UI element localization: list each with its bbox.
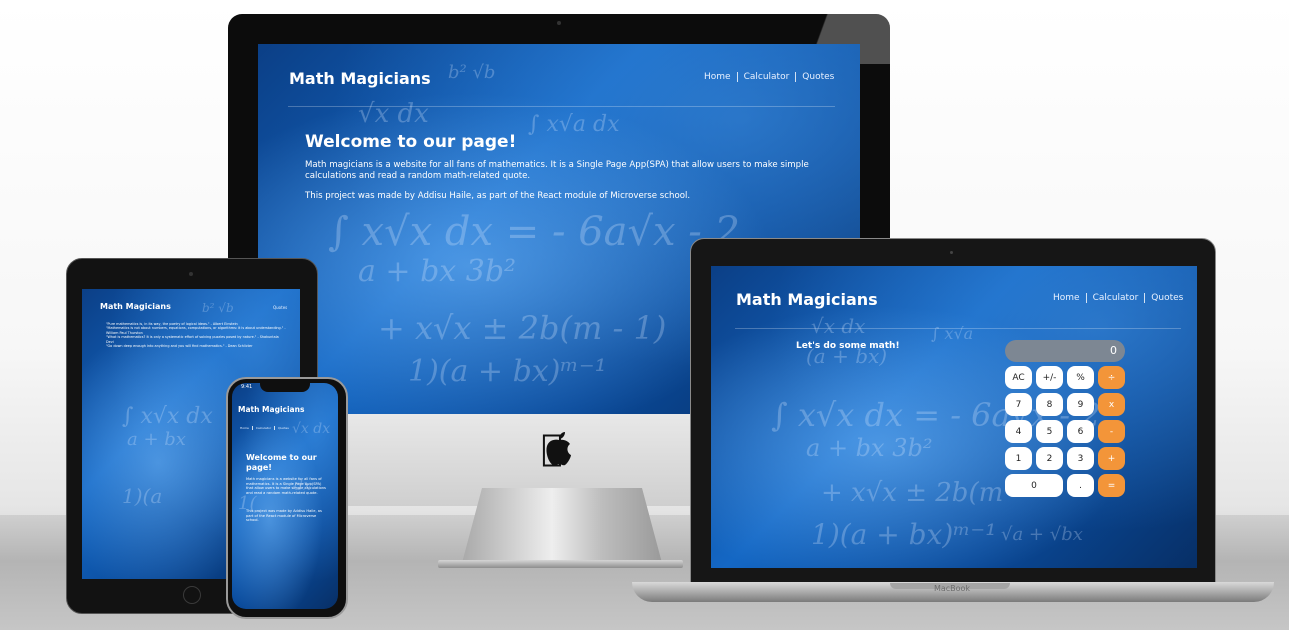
calculator-key[interactable]: 5 (1036, 420, 1063, 443)
welcome-heading: Welcome to our page! (246, 453, 317, 472)
calculator-key[interactable]: AC (1005, 366, 1032, 389)
site-logo[interactable]: Math Magicians (100, 302, 171, 311)
macbook-label: MacBook (933, 584, 971, 593)
calculator-key[interactable]: 1 (1005, 447, 1032, 470)
calculator-display: 0 (1005, 340, 1125, 362)
home-button[interactable] (183, 586, 201, 604)
site-logo[interactable]: Math Magicians (289, 69, 431, 88)
nav-separator (795, 72, 797, 82)
calculator-key[interactable]: + (1098, 447, 1125, 470)
nav-home-link[interactable]: Home (704, 72, 731, 82)
nav-separator (1144, 293, 1146, 303)
nav-quotes-link[interactable]: Quotes (273, 305, 287, 310)
calculator-key[interactable]: +/- (1036, 366, 1063, 389)
calculator: 0 AC +/-% ÷ 7 8 9 x 4 5 6- 1 2 3 +0. = (1005, 340, 1125, 497)
credit-paragraph: This project was made by Addisu Haile, a… (305, 191, 691, 201)
nav-separator (251, 426, 253, 430)
phone-screen: √x dx dx 1( Math Magicians Home Calculat… (232, 383, 338, 609)
nav-calculator-link[interactable]: Calculator (256, 426, 271, 430)
camera-icon (557, 21, 561, 25)
calculator-key[interactable]: 2 (1036, 447, 1063, 470)
credit-paragraph: This project was made by Addisu Haile, a… (246, 509, 322, 522)
imac-stand (462, 488, 662, 563)
header-divider (735, 328, 1181, 329)
site-logo[interactable]: Math Magicians (736, 290, 878, 309)
calculator-key[interactable]: x (1098, 393, 1125, 416)
imac-stand-base (438, 560, 683, 568)
welcome-heading: Welcome to our page! (305, 132, 517, 152)
nav-separator (1085, 293, 1087, 303)
calculator-key[interactable]: 4 (1005, 420, 1032, 443)
apple-logo-icon (546, 432, 571, 466)
nav-quotes-link[interactable]: Quotes (1151, 293, 1183, 303)
nav-calculator-link[interactable]: Calculator (1093, 293, 1139, 303)
intro-paragraph: Math magicians is a website for all fans… (246, 477, 326, 495)
intro-paragraph: Math magicians is a website for all fans… (305, 160, 809, 181)
nav-calculator-link[interactable]: Calculator (744, 72, 790, 82)
calculator-key[interactable]: 0 (1005, 474, 1063, 497)
calculator-key[interactable]: 7 (1005, 393, 1032, 416)
calculator-key[interactable]: ÷ (1098, 366, 1125, 389)
camera-icon (950, 251, 953, 254)
camera-icon (189, 272, 193, 276)
quotes-list: "Pure mathematics is, in its way, the po… (106, 322, 286, 348)
nav-home-link[interactable]: Home (240, 426, 249, 430)
calculator-heading: Let's do some math! (796, 341, 900, 351)
calculator-key[interactable]: = (1098, 474, 1125, 497)
main-nav: Home Calculator Quotes (240, 426, 289, 430)
calculator-key[interactable]: 8 (1036, 393, 1063, 416)
nav-quotes-link[interactable]: Quotes (802, 72, 834, 82)
status-time: 9:41 (241, 384, 253, 390)
calculator-key[interactable]: 9 (1067, 393, 1094, 416)
nav-separator (736, 72, 738, 82)
calculator-key[interactable]: 3 (1067, 447, 1094, 470)
site-logo[interactable]: Math Magicians (238, 405, 304, 414)
header-divider (288, 106, 835, 107)
nav-separator (274, 426, 276, 430)
calculator-keypad: AC +/-% ÷ 7 8 9 x 4 5 6- 1 2 3 +0. = (1005, 366, 1125, 497)
main-nav: Home Calculator Quotes (1053, 293, 1183, 303)
nav-home-link[interactable]: Home (1053, 293, 1080, 303)
calculator-key[interactable]: . (1067, 474, 1094, 497)
quote-item: "What is mathematics? It is only a syste… (106, 335, 279, 344)
quote-item: "Mathematics is not about numbers, equat… (106, 326, 286, 335)
calculator-key[interactable]: - (1098, 420, 1125, 443)
nav-quotes-link[interactable]: Quotes (278, 426, 289, 430)
iphone-notch (260, 383, 310, 392)
main-nav: Home Calculator Quotes (704, 72, 834, 82)
calculator-key[interactable]: 6 (1067, 420, 1094, 443)
calculator-key[interactable]: % (1067, 366, 1094, 389)
quote-item: "Go down deep enough into anything and y… (106, 344, 253, 349)
